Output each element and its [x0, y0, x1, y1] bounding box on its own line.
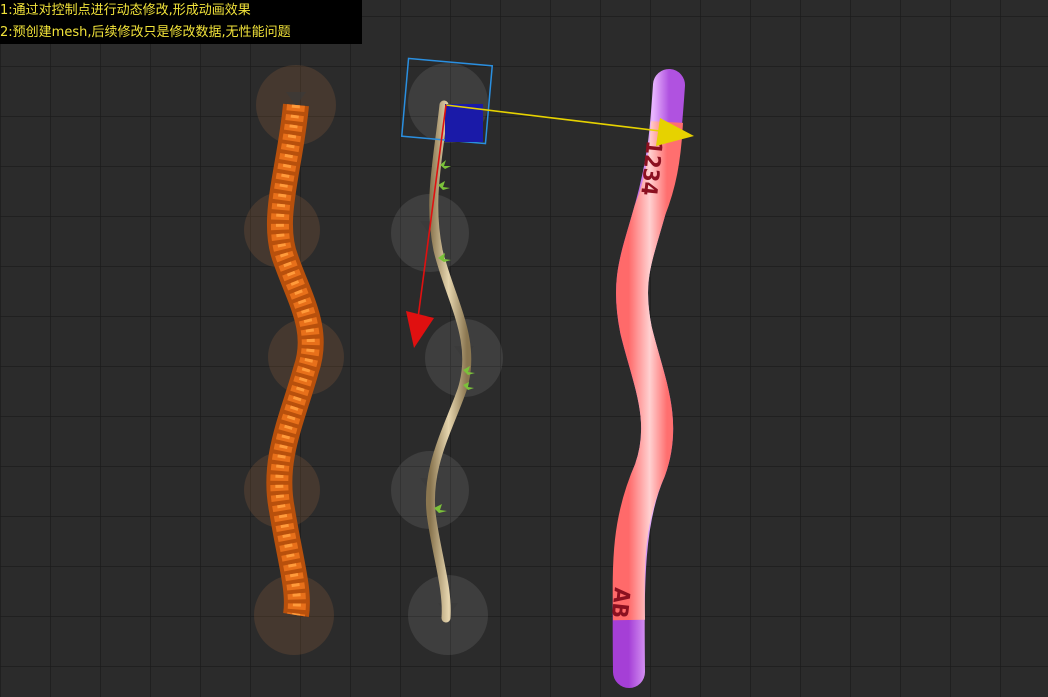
scene-viewport[interactable]: 1234 AB: [0, 0, 1048, 697]
info-line-1: 1:通过对控制点进行动态修改,形成动画效果: [0, 3, 251, 18]
grid: [0, 0, 1048, 697]
info-line-2: 2:预创建mesh,后续修改只是修改数据,无性能问题: [0, 25, 291, 40]
gizmo-center-box[interactable]: [445, 104, 483, 142]
tube-label-bottom: AB: [606, 586, 634, 619]
info-panel: 1:通过对控制点进行动态修改,形成动画效果 2:预创建mesh,后续修改只是修改…: [0, 0, 362, 44]
